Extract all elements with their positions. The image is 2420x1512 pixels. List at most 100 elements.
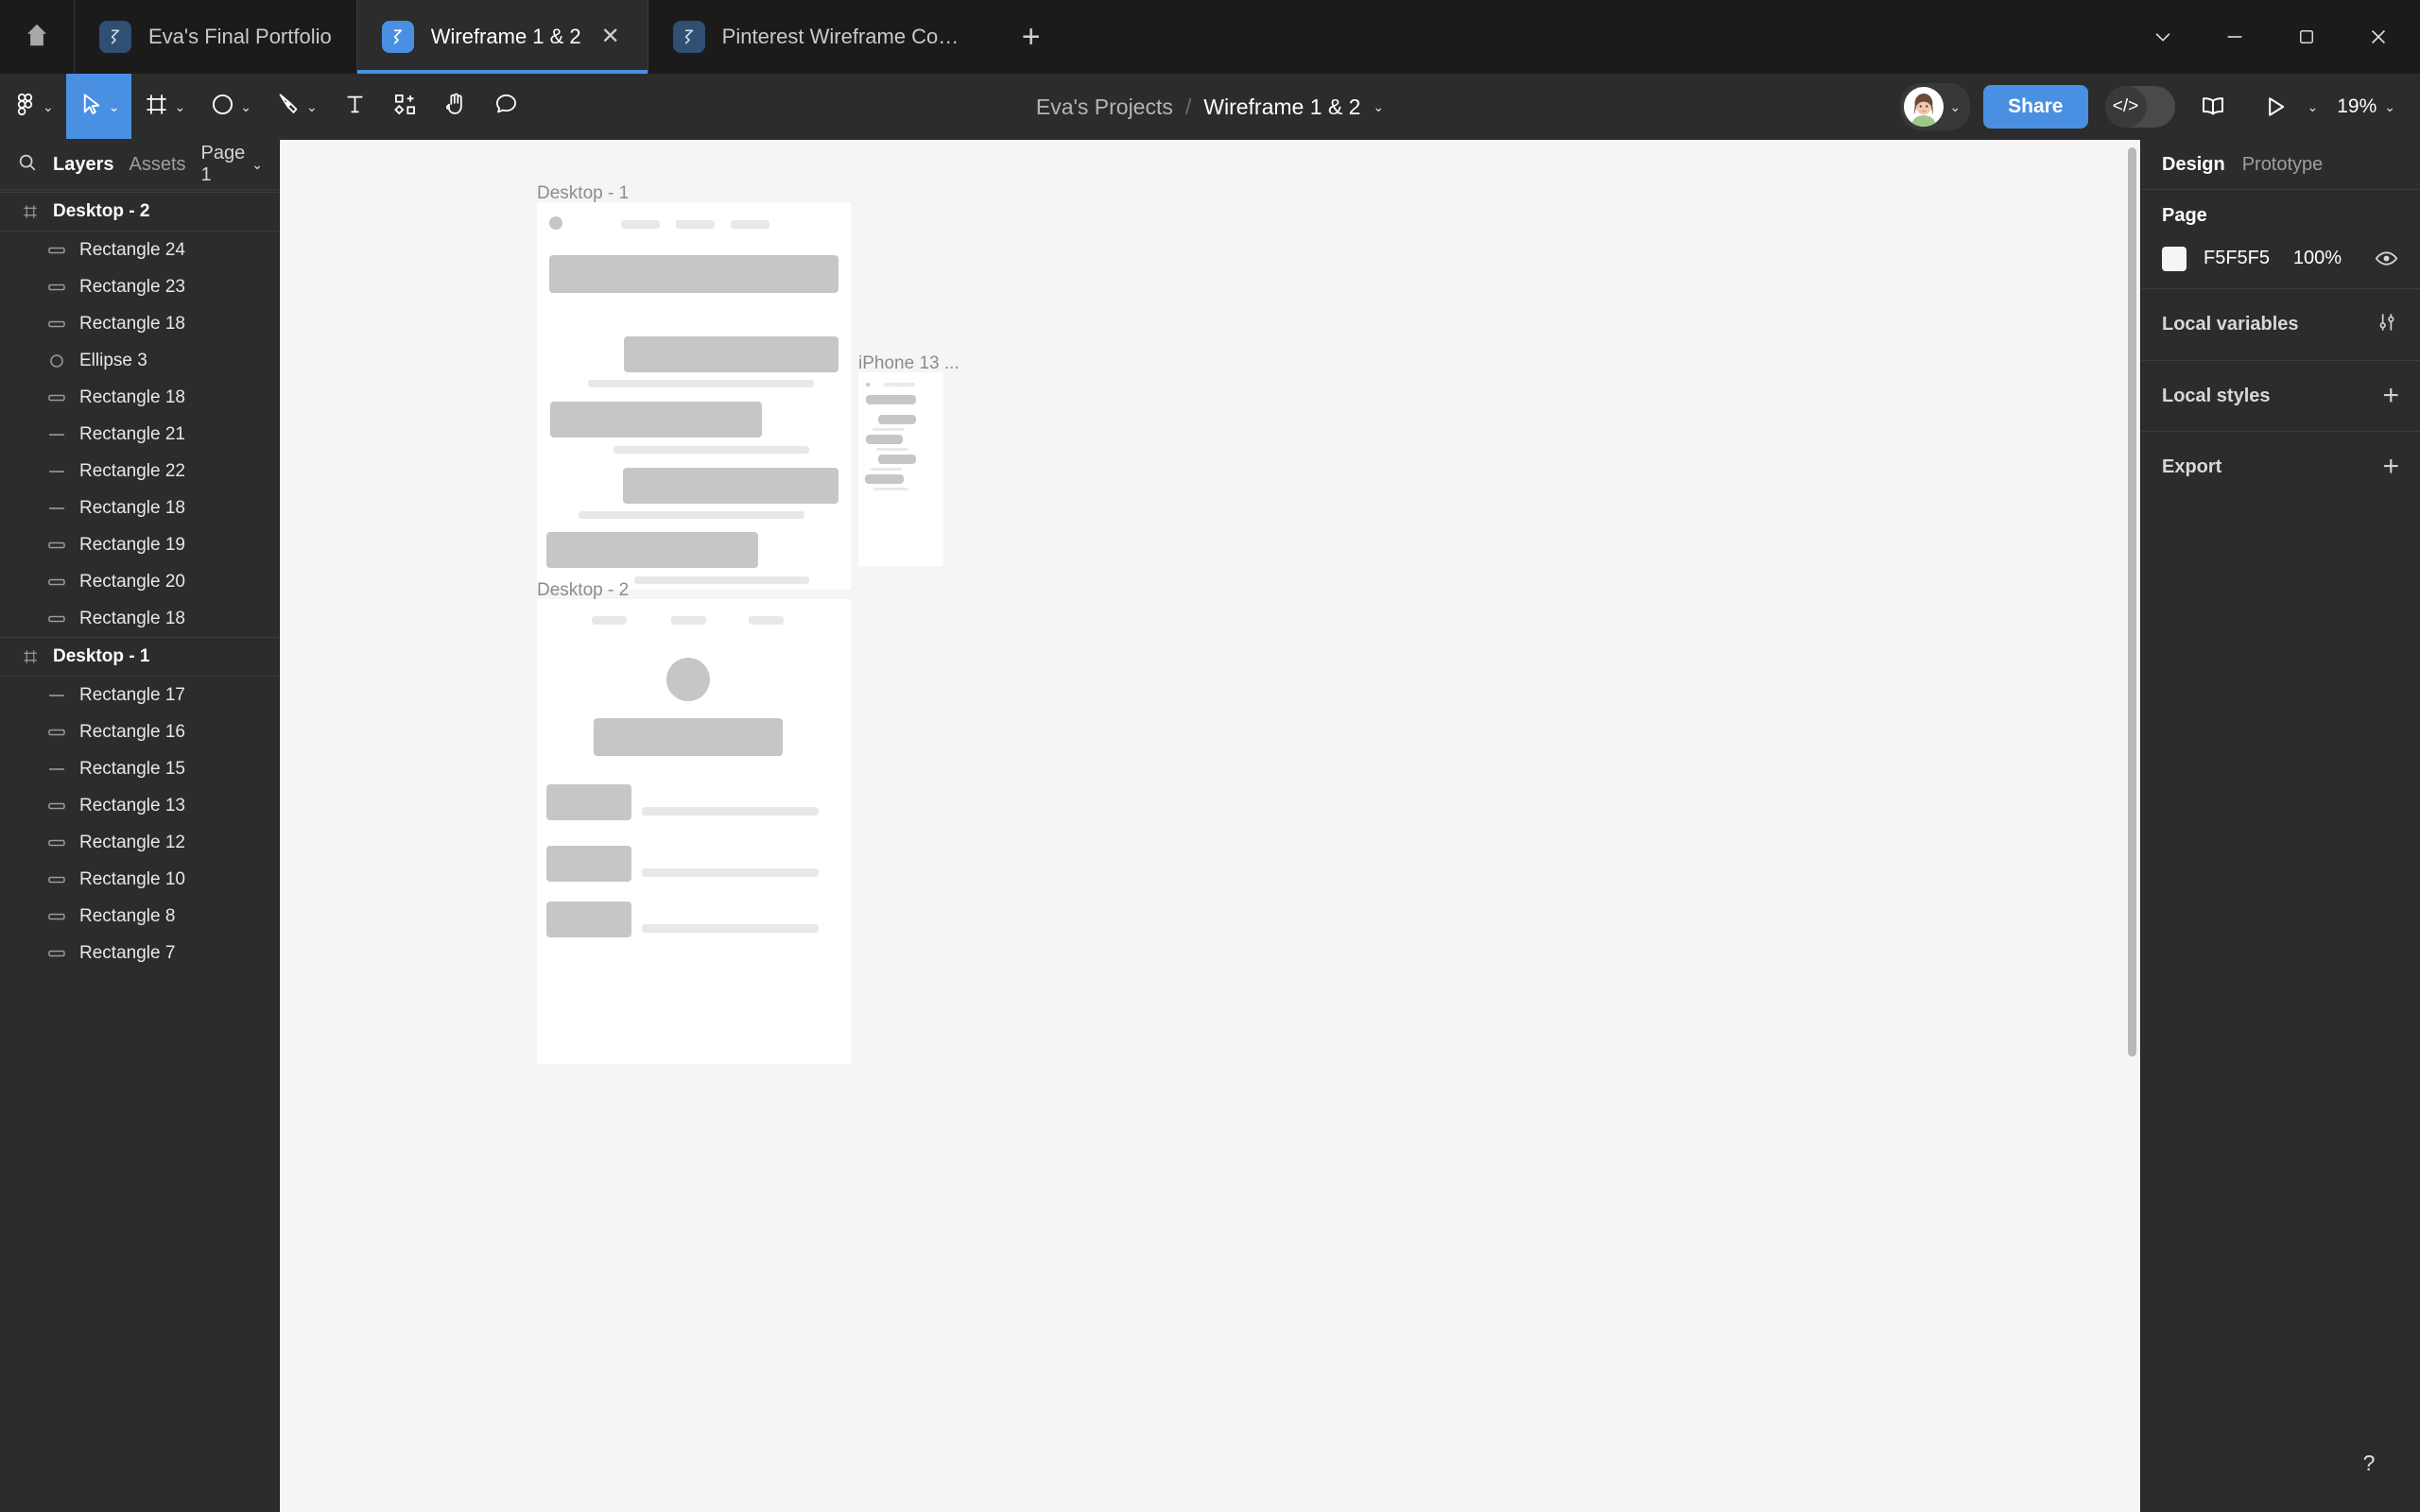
rectangle-icon <box>47 540 66 551</box>
rectangle-icon <box>47 837 66 849</box>
plus-icon[interactable]: + <box>2382 453 2399 481</box>
browser-tab-1[interactable]: Wireframe 1 & 2 ✕ <box>355 0 648 74</box>
desktop-1-frame[interactable] <box>537 202 851 590</box>
layer-list[interactable]: Desktop - 2 Rectangle 24 Rectangle 23 Recta… <box>0 190 279 1512</box>
cursor-arrow-icon <box>78 92 104 122</box>
layer-row[interactable]: Rectangle 12 <box>0 824 279 861</box>
layer-row[interactable]: Rectangle 16 <box>0 713 279 750</box>
page-color-swatch[interactable] <box>2162 246 2187 271</box>
wireframe-block <box>549 255 838 293</box>
library-book-icon[interactable] <box>2188 82 2238 131</box>
tab-assets[interactable]: Assets <box>130 154 186 176</box>
tab-prototype[interactable]: Prototype <box>2242 154 2324 176</box>
text-tool-button[interactable] <box>330 74 380 139</box>
layer-row[interactable]: Rectangle 18 <box>0 600 279 637</box>
close-window-button[interactable] <box>2342 0 2414 74</box>
chevron-down-icon: ⌄ <box>305 98 318 114</box>
close-tab-button[interactable]: ✕ <box>598 25 623 49</box>
layer-row[interactable]: Rectangle 15 <box>0 750 279 787</box>
layer-row[interactable]: Rectangle 18 <box>0 305 279 342</box>
chevron-down-icon: ⌄ <box>108 98 120 114</box>
frame-tool-button[interactable]: ⌄ <box>131 74 198 139</box>
frame-label-desktop-2[interactable]: Desktop - 2 <box>537 580 629 601</box>
minimize-button[interactable] <box>2199 0 2271 74</box>
layer-row[interactable]: Rectangle 24 <box>0 232 279 268</box>
layer-label: Rectangle 18 <box>79 387 185 407</box>
maximize-button[interactable] <box>2271 0 2342 74</box>
wireframe-block <box>546 784 631 820</box>
layer-row[interactable]: Rectangle 8 <box>0 898 279 935</box>
layer-row[interactable]: Rectangle 17 <box>0 677 279 713</box>
layer-label: Rectangle 16 <box>79 721 185 742</box>
design-canvas[interactable]: Desktop - 1 Desktop - 2 iPhone 13 ... <box>280 140 2140 1512</box>
resources-tool-button[interactable] <box>380 74 430 139</box>
local-styles-title: Local styles <box>2162 385 2271 406</box>
help-button[interactable]: ? <box>2346 1440 2392 1486</box>
layer-row[interactable]: Rectangle 10 <box>0 861 279 898</box>
wireframe-block <box>614 446 809 454</box>
present-play-icon[interactable] <box>2251 82 2300 131</box>
zoom-control[interactable]: 19% ⌄ <box>2337 95 2395 118</box>
layer-row[interactable]: Rectangle 13 <box>0 787 279 824</box>
tab-search-button[interactable] <box>2127 0 2199 74</box>
hand-tool-button[interactable] <box>430 74 481 139</box>
code-icon: </> <box>2104 85 2147 128</box>
wireframe-block <box>588 380 814 387</box>
page-fill-row[interactable]: F5F5F5 100% <box>2162 246 2399 271</box>
layer-row[interactable]: Rectangle 20 <box>0 563 279 600</box>
layer-row[interactable]: Rectangle 23 <box>0 268 279 305</box>
browser-tab-2[interactable]: Pinterest Wireframe Comparison <box>647 0 997 74</box>
search-icon[interactable] <box>17 152 38 178</box>
page-color-hex[interactable]: F5F5F5 <box>2204 248 2270 269</box>
layer-row[interactable]: Rectangle 22 <box>0 453 279 490</box>
plus-icon[interactable]: + <box>2382 382 2399 410</box>
iphone-13-frame[interactable] <box>858 372 943 566</box>
frame-label-iphone-13[interactable]: iPhone 13 ... <box>858 353 959 374</box>
browser-tab-title: Eva's Final Portfolio <box>148 25 332 48</box>
frame-label-desktop-1[interactable]: Desktop - 1 <box>537 183 629 204</box>
dev-mode-toggle[interactable]: </> <box>2104 85 2175 128</box>
chevron-down-icon[interactable]: ⌄ <box>2308 100 2319 113</box>
layer-row[interactable]: Rectangle 7 <box>0 935 279 971</box>
new-tab-button[interactable]: + <box>997 0 1065 74</box>
wireframe-block <box>642 924 819 933</box>
local-styles-section[interactable]: Local styles + <box>2141 360 2420 431</box>
user-avatar-menu[interactable]: ⌄ <box>1900 82 1971 130</box>
layer-label: Rectangle 13 <box>79 795 185 816</box>
page-color-opacity[interactable]: 100% <box>2293 248 2342 269</box>
comment-tool-button[interactable] <box>481 74 531 139</box>
wireframe-block <box>642 868 819 877</box>
layer-row[interactable]: Rectangle 18 <box>0 490 279 526</box>
layer-row[interactable]: Rectangle 21 <box>0 416 279 453</box>
tab-design[interactable]: Design <box>2162 154 2225 176</box>
chevron-down-icon[interactable]: ⌄ <box>1373 100 1384 113</box>
layer-row[interactable]: Rectangle 18 <box>0 379 279 416</box>
desktop-2-frame[interactable] <box>537 599 851 1064</box>
move-tool-button[interactable]: ⌄ <box>65 74 132 139</box>
breadcrumb-project[interactable]: Eva's Projects <box>1036 94 1173 120</box>
page-selector[interactable]: Page 1 ⌄ <box>201 143 263 186</box>
share-button[interactable]: Share <box>1983 84 2088 129</box>
rectangle-icon <box>47 874 66 885</box>
tab-layers[interactable]: Layers <box>53 154 114 176</box>
canvas-vertical-scrollbar[interactable] <box>2128 147 2136 1057</box>
pen-tool-button[interactable]: ⌄ <box>264 74 330 139</box>
shape-tool-button[interactable]: ⌄ <box>198 74 264 139</box>
breadcrumb-file-name[interactable]: Wireframe 1 & 2 <box>1203 94 1360 120</box>
layer-row[interactable]: Ellipse 3 <box>0 342 279 379</box>
browser-tab-0[interactable]: Eva's Final Portfolio <box>74 0 356 74</box>
eye-icon[interactable] <box>2374 246 2399 271</box>
rectangle-icon <box>47 800 66 812</box>
layer-frame-row[interactable]: Desktop - 1 <box>0 637 279 677</box>
export-section[interactable]: Export + <box>2141 431 2420 502</box>
local-variables-section[interactable]: Local variables <box>2141 288 2420 360</box>
layer-label: Rectangle 20 <box>79 571 185 592</box>
layer-frame-row[interactable]: Desktop - 2 <box>0 192 279 232</box>
sliders-icon[interactable] <box>2375 310 2399 339</box>
layers-panel: Layers Assets Page 1 ⌄ Desktop - 2 Rectan… <box>0 140 280 1512</box>
rectangle-icon <box>47 613 66 625</box>
layer-row[interactable]: Rectangle 19 <box>0 526 279 563</box>
figma-menu-button[interactable]: ⌄ <box>0 74 66 139</box>
layer-label: Desktop - 2 <box>53 201 150 221</box>
home-button[interactable] <box>0 0 74 74</box>
